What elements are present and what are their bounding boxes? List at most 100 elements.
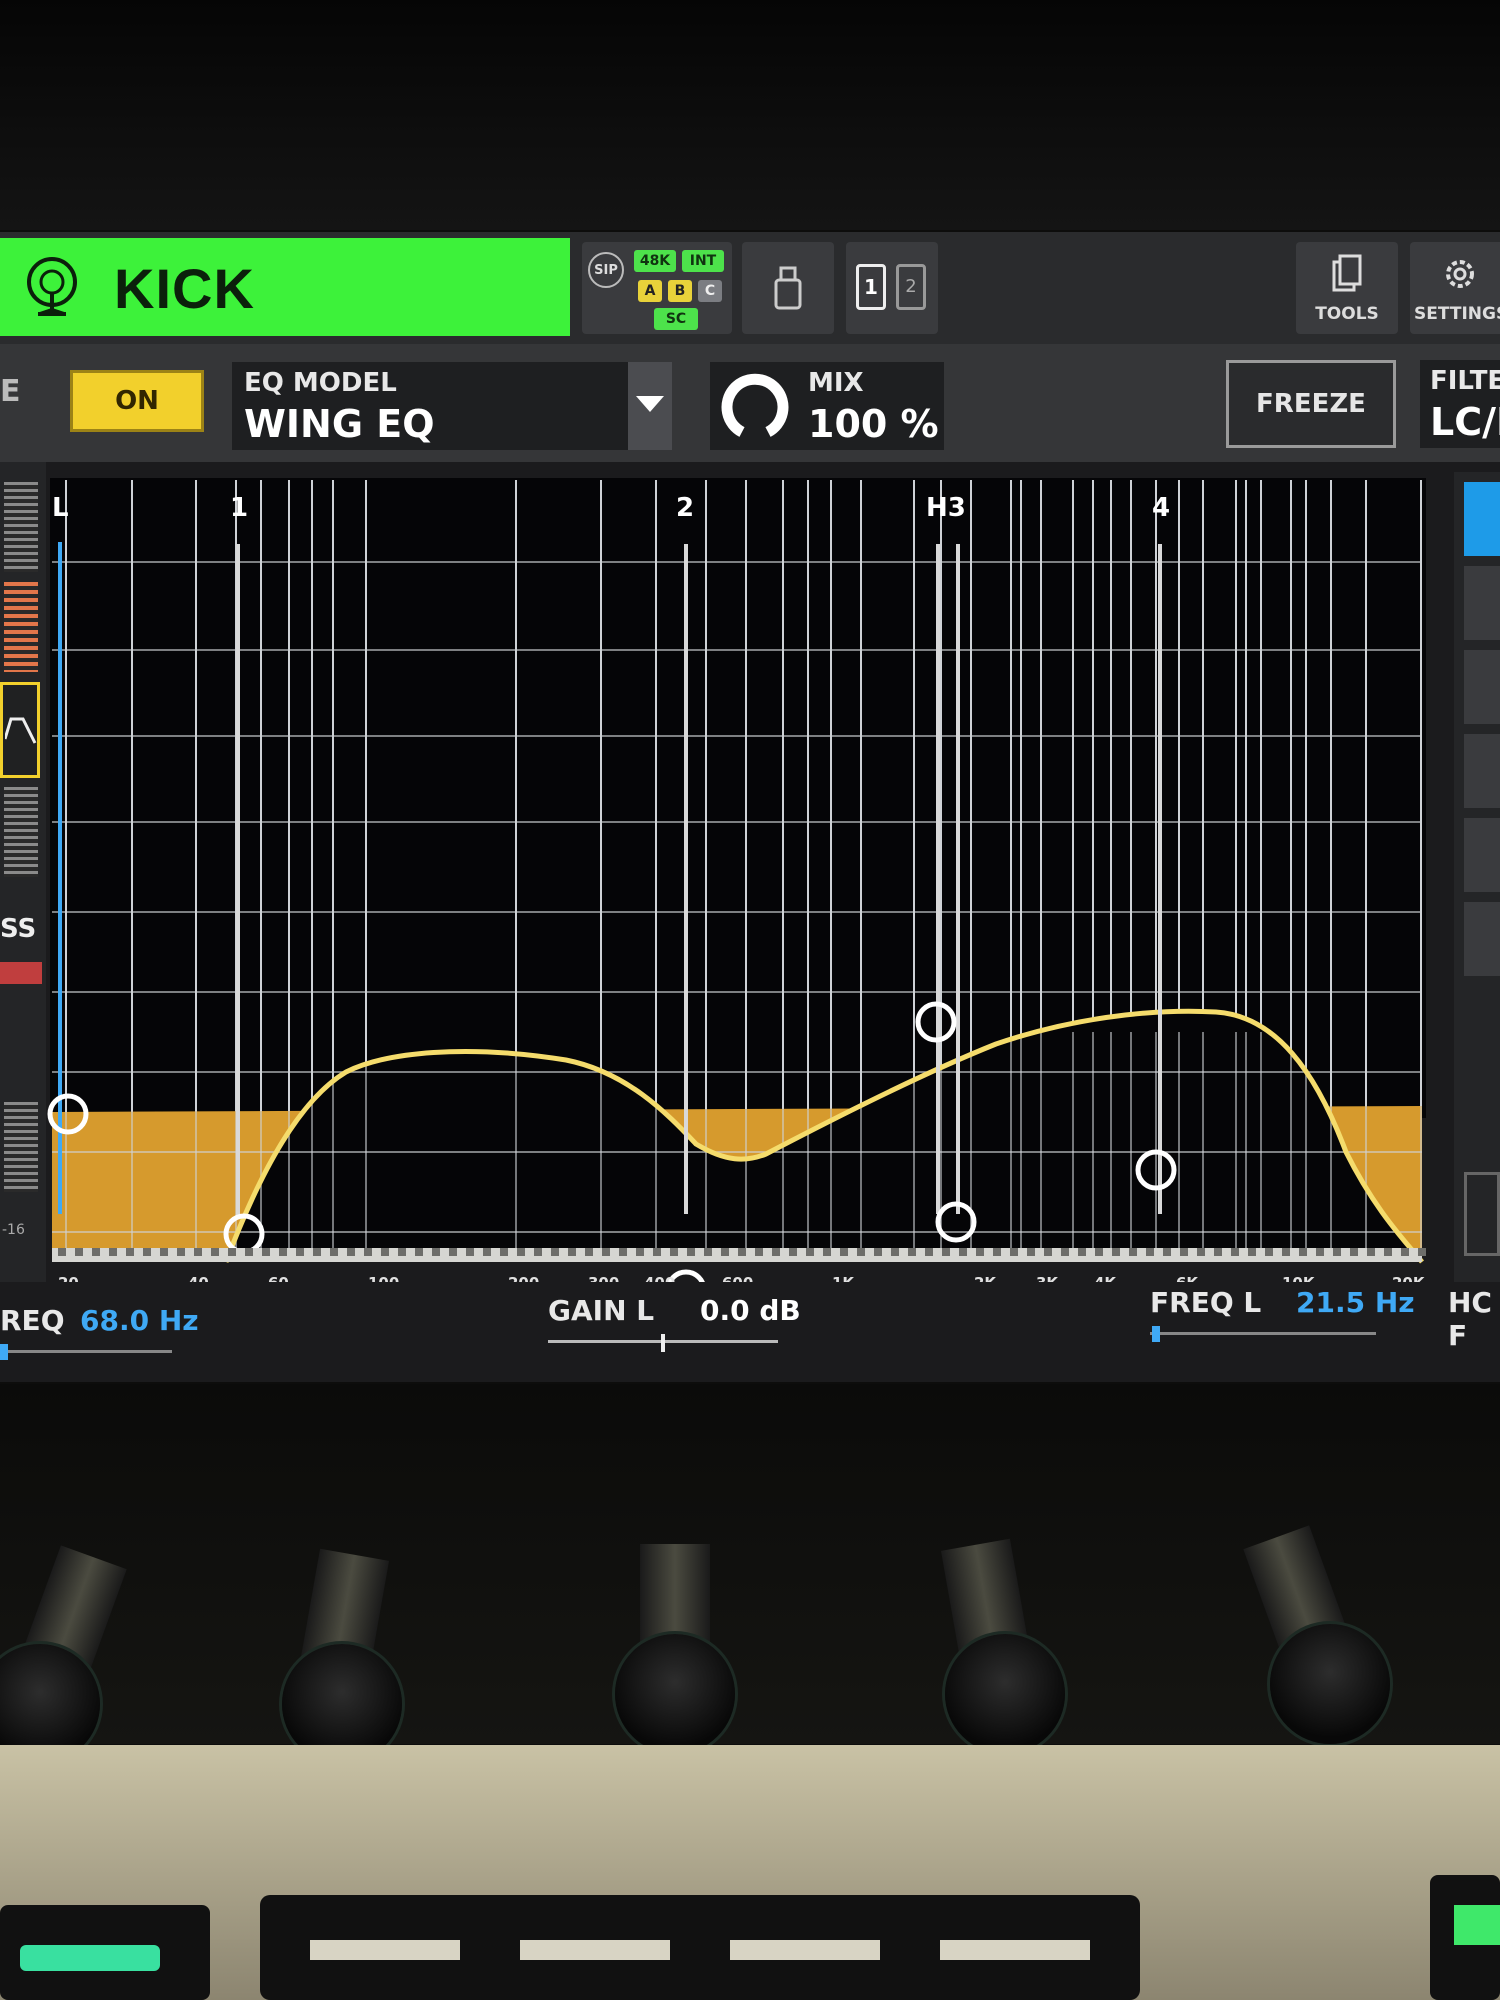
freql-slider-handle[interactable] (1152, 1326, 1160, 1342)
ruler-tick (670, 1248, 678, 1256)
encoder-knob-4[interactable] (945, 1634, 1065, 1754)
ruler-tick (738, 1248, 746, 1256)
eq-model-label: EQ MODEL (244, 368, 397, 398)
display-segment (730, 1940, 880, 1960)
mix-label: MIX (808, 368, 864, 398)
ruler-tick (1129, 1248, 1137, 1256)
layer-2: 2 (896, 264, 926, 310)
button-led (20, 1945, 160, 1971)
display-segment (310, 1940, 460, 1960)
ruler-tick (1095, 1248, 1103, 1256)
scale-label: -16 (2, 1222, 25, 1238)
ruler-tick (143, 1248, 151, 1256)
ruler-tick (789, 1248, 797, 1256)
rate-badge: 48K (634, 250, 676, 272)
tools-icon (1332, 254, 1362, 292)
ruler-tick (245, 1248, 253, 1256)
mix-control[interactable]: MIX 100 % (710, 362, 944, 450)
tools-button[interactable]: TOOLS (1296, 242, 1398, 334)
freq-value[interactable]: 68.0 Hz (80, 1304, 199, 1337)
ruler-tick (177, 1248, 185, 1256)
freeze-button[interactable]: FREEZE (1226, 360, 1396, 448)
filter-select[interactable]: FILTE LC/H (1420, 360, 1500, 448)
hardware-button[interactable] (0, 1905, 210, 2000)
freq-axis-label: 400 (644, 1274, 675, 1282)
eq-graph[interactable]: L 1 2 H3 4 20 40 60 100 200 300 400 600 1K 2K 3K 4K 6K 10… (46, 472, 1426, 1282)
encoder-knob-5[interactable] (1270, 1624, 1390, 1744)
ruler-tick (347, 1248, 355, 1256)
band-tab-bottom[interactable] (1464, 1172, 1500, 1256)
band-label: H3 (926, 493, 966, 523)
eq-model-select[interactable]: EQ MODEL WING EQ (232, 362, 672, 450)
hardware-button-right[interactable] (1430, 1875, 1500, 2000)
band-tab-active[interactable] (1464, 482, 1500, 556)
freq-axis-label: 6K (1176, 1274, 1199, 1282)
hardware-display (260, 1895, 1140, 2000)
usb-button[interactable] (742, 242, 834, 334)
encoder-knob-3[interactable] (615, 1634, 735, 1754)
ruler-tick (1197, 1248, 1205, 1256)
eq-on-button[interactable]: ON (70, 370, 204, 432)
freq-axis-label: 20K (1392, 1274, 1426, 1282)
ruler-tick (109, 1248, 117, 1256)
meter-strip-2 (4, 787, 38, 877)
channel-header[interactable]: KICK (0, 238, 570, 336)
ruler-tick (874, 1248, 882, 1256)
freql-label: FREQ L (1150, 1286, 1262, 1319)
freql-value[interactable]: 21.5 Hz (1296, 1286, 1415, 1319)
eq-selected-tab[interactable] (0, 682, 40, 778)
gain-slider-handle[interactable] (661, 1334, 665, 1352)
ruler-tick (908, 1248, 916, 1256)
freq-axis-label: 4K (1094, 1274, 1117, 1282)
ruler-tick (415, 1248, 423, 1256)
band-tab[interactable] (1464, 734, 1500, 808)
freq-axis-label: 40 (188, 1274, 209, 1282)
filter-value: LC/H (1430, 400, 1500, 444)
ruler-tick (653, 1248, 661, 1256)
ruler-tick (1180, 1248, 1188, 1256)
ruler-tick (1010, 1248, 1018, 1256)
meter-strip-3 (4, 1102, 38, 1192)
ruler-tick (1299, 1248, 1307, 1256)
left-panel-strip: SS -16 (0, 462, 46, 1282)
freq-axis-label: 1K (832, 1274, 855, 1282)
freq-axis-label: 10K (1282, 1274, 1316, 1282)
layer-button[interactable]: 1 2 (846, 242, 938, 334)
b-badge: B (668, 280, 692, 302)
mix-knob-icon (721, 373, 789, 437)
settings-button[interactable]: SETTINGS (1410, 242, 1500, 334)
ruler-tick (75, 1248, 83, 1256)
ruler-tick (1044, 1248, 1052, 1256)
hc-label: HC F (1448, 1286, 1492, 1352)
band-tab[interactable] (1464, 902, 1500, 976)
ruler-tick (687, 1248, 695, 1256)
ruler-tick (1163, 1248, 1171, 1256)
eq-model-dropdown[interactable] (628, 362, 672, 450)
ruler-tick (636, 1248, 644, 1256)
ruler-tick (381, 1248, 389, 1256)
ruler-tick (330, 1248, 338, 1256)
gain-value[interactable]: 0.0 dB (700, 1294, 801, 1327)
chevron-down-icon (636, 396, 664, 412)
clock-badge: INT (682, 250, 724, 272)
band-tab[interactable] (1464, 818, 1500, 892)
display-segment (940, 1940, 1090, 1960)
ruler-tick (313, 1248, 321, 1256)
ruler-tick (891, 1248, 899, 1256)
ruler-tick (925, 1248, 933, 1256)
band-tab[interactable] (1464, 566, 1500, 640)
eq-model-value: WING EQ (244, 402, 435, 446)
settings-label: SETTINGS (1414, 304, 1500, 324)
ruler-tick (1146, 1248, 1154, 1256)
freq-axis-label: 20 (58, 1274, 79, 1282)
band-tab[interactable] (1464, 650, 1500, 724)
freq-slider[interactable] (0, 1350, 172, 1353)
freq-slider-handle[interactable] (0, 1344, 8, 1360)
freql-slider[interactable] (1150, 1332, 1376, 1335)
freq-label: REQ (0, 1304, 65, 1337)
eq-curve-icon (5, 717, 37, 744)
ruler-tick (1282, 1248, 1290, 1256)
status-panel[interactable]: SIP 48K INT A B C SC (582, 242, 732, 334)
ruler-tick (619, 1248, 627, 1256)
a-badge: A (638, 280, 662, 302)
